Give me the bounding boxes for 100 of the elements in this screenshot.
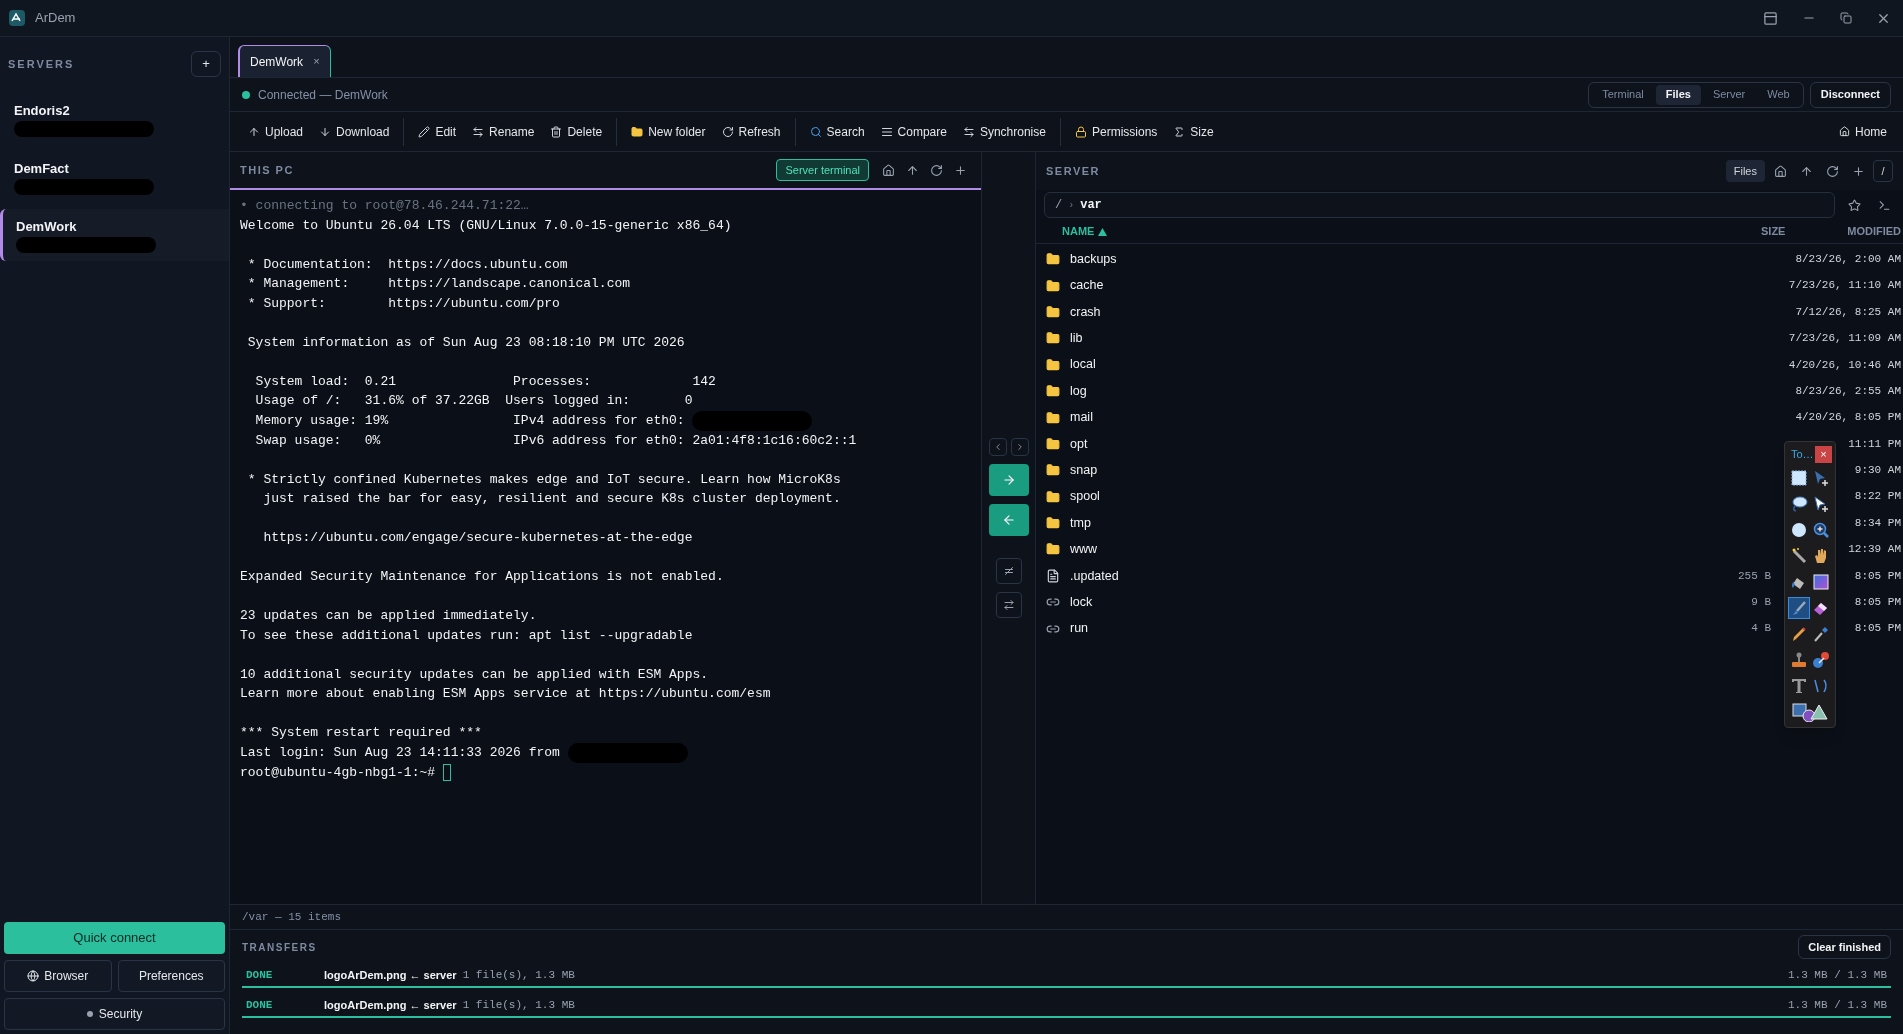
folder-icon (631, 125, 644, 138)
folder-icon (1046, 542, 1060, 557)
clear-finished-button[interactable]: Clear finished (1798, 935, 1891, 959)
file-size: 9 B (1750, 595, 1771, 610)
lock-icon (1074, 125, 1087, 138)
server-terminal-button[interactable]: Server terminal (776, 159, 869, 181)
file-name[interactable]: backups (1070, 249, 1117, 269)
file-name[interactable]: mail (1070, 408, 1093, 427)
browser-button[interactable]: Browser (4, 960, 112, 992)
preferences-button[interactable]: Preferences (117, 960, 225, 992)
column-header[interactable]: SIZE (1761, 223, 1821, 240)
file-modified: 12:39 AM (1848, 542, 1901, 558)
transfer-file: logoArDem.png ← server (324, 967, 457, 983)
view-tab[interactable]: Terminal (1592, 84, 1654, 105)
view-tab[interactable]: Files (1655, 84, 1701, 105)
transfers-heading: TRANSFERS (242, 940, 317, 955)
panel-heading: THIS PC (240, 162, 294, 178)
file-name[interactable]: run (1070, 619, 1089, 639)
server-item[interactable]: DemFact (0, 151, 229, 203)
file-modified: 8:05 PM (1854, 621, 1901, 637)
server-name: DemWork (16, 218, 78, 236)
file-modified: 11:11 PM (1848, 436, 1901, 452)
panel-heading: SERVER (1046, 163, 1101, 179)
file-name[interactable]: tmp (1070, 513, 1091, 533)
toolbar-button[interactable]: Search (803, 117, 871, 146)
server-item[interactable]: Endoris2 (0, 93, 229, 145)
file-name[interactable]: log (1070, 381, 1087, 401)
tab-close-button[interactable]: × (313, 53, 320, 70)
disconnect-button[interactable]: Disconnect (1809, 81, 1891, 108)
view-tab[interactable]: Server (1702, 84, 1756, 105)
copy-left-button[interactable] (988, 504, 1029, 536)
folder-icon (1046, 252, 1060, 267)
diff-button[interactable] (995, 558, 1022, 584)
trash-icon (550, 125, 563, 138)
file-name[interactable]: .updated (1070, 566, 1119, 586)
terminal-line: Memory usage: 19% IPv4 address for eth0: (254, 411, 686, 430)
file-name[interactable]: spool (1070, 487, 1100, 507)
path-segment[interactable]: var (1080, 196, 1102, 214)
toolbar-button[interactable]: Edit (412, 117, 463, 146)
server-item[interactable]: DemWork (0, 209, 229, 261)
transfer-progress-text: 1.3 MB / 1.3 MB (1787, 997, 1887, 1013)
transfer-file: logoArDem.png ← server (324, 997, 457, 1013)
file-name[interactable]: opt (1070, 434, 1088, 454)
toolbar-button[interactable]: New folder (625, 117, 712, 146)
file-size: 255 B (1737, 568, 1771, 584)
add-server-button[interactable]: + (191, 51, 221, 77)
folder-icon (1046, 304, 1060, 319)
column-header[interactable]: NAME (1062, 223, 1095, 240)
status-bar-text: /var — 15 items (242, 909, 342, 925)
quick-connect-button[interactable]: Quick connect (4, 922, 225, 954)
restore-icon[interactable] (1840, 12, 1852, 24)
folder-icon (1046, 278, 1060, 293)
terminal-line: To see these additional updates run: apt list --upgradable (240, 626, 693, 645)
toolbar-button[interactable]: Download (313, 117, 396, 146)
terminal-line: Learn more about enabling ESM Apps service at https://ubuntu.com/esm (240, 685, 771, 703)
sidebar-heading: SERVERS (8, 56, 75, 72)
path-root[interactable]: / (1055, 196, 1063, 214)
close-button[interactable]: × (1815, 446, 1832, 463)
session-tab[interactable]: DemWork × (238, 45, 331, 77)
path-bar[interactable]: / › var (1044, 192, 1835, 218)
file-name[interactable]: www (1070, 540, 1098, 559)
home-button[interactable]: Home (1835, 117, 1891, 146)
sync-button[interactable] (995, 592, 1022, 618)
folder-icon (1046, 357, 1060, 372)
file-name[interactable]: crash (1070, 302, 1101, 322)
file-name[interactable]: local (1070, 355, 1096, 375)
transfer-status: DONE (246, 967, 274, 983)
file-modified: 4/20/26, 8:05 PM (1795, 410, 1901, 426)
file-modified: 7/12/26, 8:25 AM (1795, 304, 1901, 320)
file-modified: 9:30 AM (1854, 463, 1901, 479)
panel-icon[interactable] (1763, 10, 1778, 26)
transfer-status: DONE (246, 997, 274, 1013)
upload-icon (248, 125, 260, 138)
file-modified: 8:34 PM (1854, 515, 1901, 531)
toolbar-button[interactable]: Refresh (715, 117, 787, 146)
terminal-line: root@ubuntu-4gb-nbg1-1:~# (240, 763, 437, 782)
file-name[interactable]: cache (1070, 276, 1104, 295)
toolbar-button[interactable]: Permissions (1068, 117, 1164, 146)
right-arrow-icon (1001, 473, 1016, 487)
root-button[interactable]: / (1873, 160, 1893, 182)
toolbar-button[interactable]: Compare (874, 117, 953, 146)
toolbar-button[interactable]: Size (1167, 117, 1220, 146)
palette-title: To… (1790, 447, 1814, 463)
lines-icon (880, 125, 893, 138)
file-name[interactable]: lib (1070, 329, 1083, 348)
not-equal-icon (1002, 565, 1015, 577)
copy-right-button[interactable] (988, 464, 1029, 496)
file-name[interactable]: snap (1070, 460, 1098, 480)
security-button[interactable]: Security (4, 998, 225, 1030)
view-tab[interactable]: Web (1757, 84, 1800, 105)
column-header[interactable]: MODIFIED (1821, 223, 1901, 240)
transfer-progress-text: 1.3 MB / 1.3 MB (1787, 967, 1887, 983)
toolbar-button[interactable]: Synchronise (956, 117, 1052, 146)
toolbar-button[interactable]: Upload (242, 117, 310, 146)
files-button[interactable]: Files (1725, 160, 1765, 182)
file-name[interactable]: lock (1070, 592, 1093, 612)
terminal-line: just raised the bar for easy, resilient and secure K8s cluster deployment. (262, 490, 841, 508)
terminal-line: Last login: Sun Aug 23 14:11:33 2026 from (240, 743, 561, 762)
toolbar-button[interactable]: Delete (544, 117, 609, 146)
toolbar-button[interactable]: Rename (466, 117, 541, 146)
